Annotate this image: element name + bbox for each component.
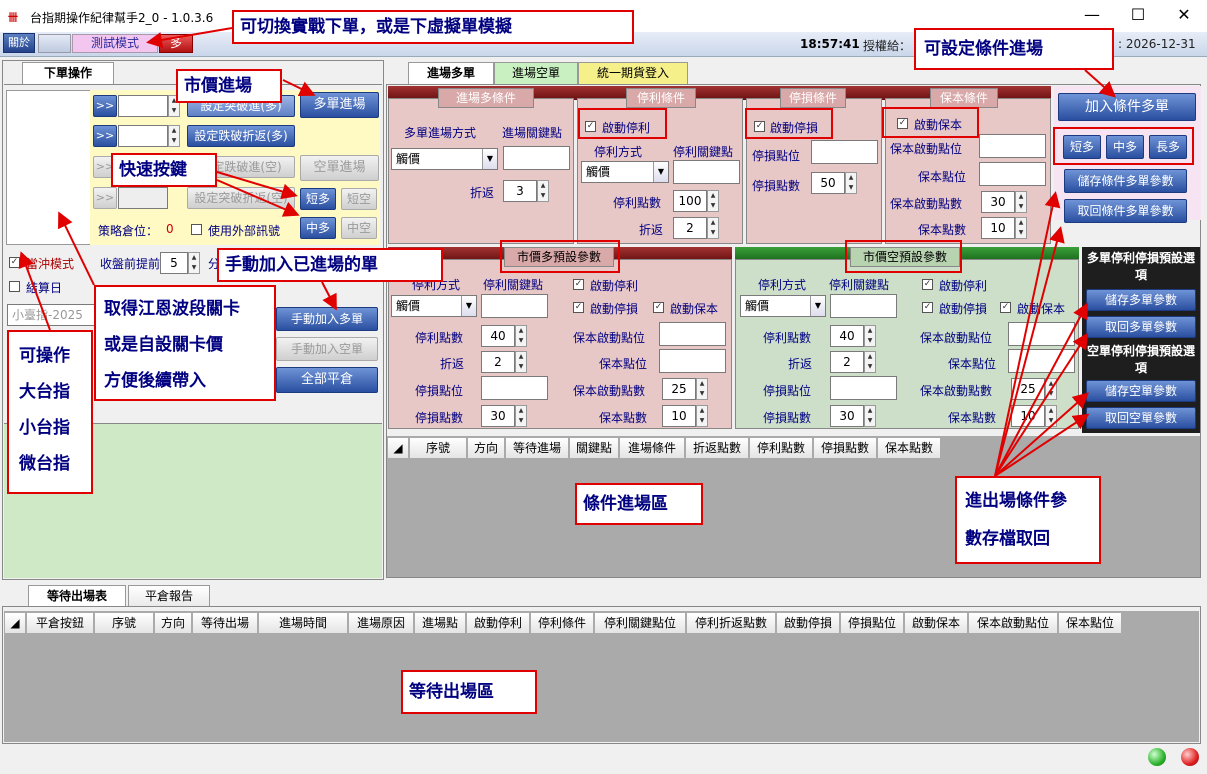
annotation-arrows xyxy=(18,27,1116,477)
